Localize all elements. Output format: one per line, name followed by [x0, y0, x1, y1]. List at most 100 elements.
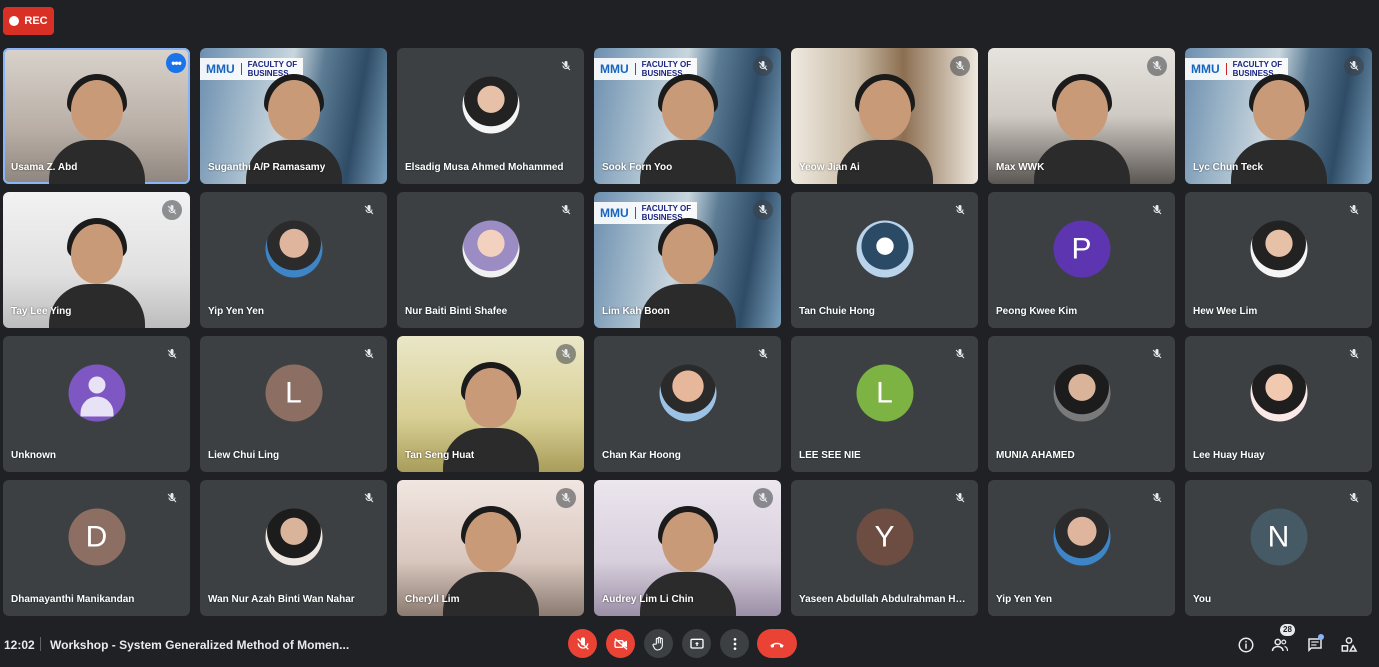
- participant-tile[interactable]: Max WWK: [988, 48, 1175, 184]
- mic-off-icon: [556, 344, 576, 364]
- participant-name: Lee Huay Huay: [1193, 450, 1265, 461]
- participant-tile[interactable]: Chan Kar Hoong: [594, 336, 781, 472]
- participant-name: You: [1193, 594, 1212, 605]
- participant-name: Elsadig Musa Ahmed Mohammed: [405, 162, 564, 173]
- mic-off-icon: [950, 200, 970, 220]
- participant-tile[interactable]: L LEE SEE NIE: [791, 336, 978, 472]
- participant-tile[interactable]: Tan Chuie Hong: [791, 192, 978, 328]
- participant-tile[interactable]: L Liew Chui Ling: [200, 336, 387, 472]
- avatar-photo: [1250, 364, 1307, 422]
- participant-name: Yip Yen Yen: [208, 306, 264, 317]
- mic-off-icon: [950, 56, 970, 76]
- participant-tile[interactable]: Tan Seng Huat: [397, 336, 584, 472]
- mic-off-icon: [753, 488, 773, 508]
- participant-name: Nur Baiti Binti Shafee: [405, 306, 508, 317]
- mic-off-icon: [359, 200, 379, 220]
- hand-icon: [651, 636, 663, 651]
- avatar-photo: [1053, 508, 1110, 566]
- participant-tile[interactable]: Elsadig Musa Ahmed Mohammed: [397, 48, 584, 184]
- participant-tile[interactable]: Nur Baiti Binti Shafee: [397, 192, 584, 328]
- participant-name: Suganthi A/P Ramasamy: [208, 162, 326, 173]
- participant-name: Liew Chui Ling: [208, 450, 280, 461]
- avatar-photo: [265, 508, 322, 566]
- leave-call-button[interactable]: [757, 629, 797, 658]
- mic-off-icon: [556, 56, 576, 76]
- participant-tile[interactable]: MMU FACULTY OF BUSINESS Suganthi A/P Ramasa…: [200, 48, 387, 184]
- avatar-photo: [265, 220, 322, 278]
- participant-tile[interactable]: Unknown: [3, 336, 190, 472]
- participant-tile[interactable]: MUNIA AHAMED: [988, 336, 1175, 472]
- participant-tile[interactable]: Yip Yen Yen: [200, 192, 387, 328]
- avatar-initial: L: [265, 364, 322, 422]
- mic-off-icon: [556, 200, 576, 220]
- participant-name: Unknown: [11, 450, 56, 461]
- more-vert-icon: [733, 637, 736, 650]
- recording-indicator: REC: [3, 7, 54, 35]
- participant-tile[interactable]: Tay Lee Ying: [3, 192, 190, 328]
- participant-tile[interactable]: MMU FACULTY OF BUSINESS Lyc Chun Teck: [1185, 48, 1372, 184]
- participant-tile[interactable]: Lee Huay Huay: [1185, 336, 1372, 472]
- participant-tile[interactable]: Yip Yen Yen: [988, 480, 1175, 616]
- participant-tile[interactable]: Y Yaseen Abdullah Abdulrahman He...: [791, 480, 978, 616]
- participant-name: Cheryll Lim: [405, 594, 460, 605]
- participant-tile[interactable]: Hew Wee Lim: [1185, 192, 1372, 328]
- avatar-photo: [856, 220, 913, 278]
- people-button[interactable]: [1270, 635, 1290, 655]
- bottom-toolbar: 12:02 Workshop - System Generalized Meth…: [0, 620, 1379, 667]
- present-screen-button[interactable]: [682, 629, 711, 658]
- participant-name: Hew Wee Lim: [1193, 306, 1258, 317]
- participant-name: Lim Kah Boon: [602, 306, 670, 317]
- participant-name: Tay Lee Ying: [11, 306, 72, 317]
- activities-button[interactable]: [1339, 635, 1359, 655]
- participant-name: Max WWK: [996, 162, 1045, 173]
- meeting-details-button[interactable]: [1236, 635, 1256, 655]
- raise-hand-button[interactable]: [644, 629, 673, 658]
- mic-off-icon: [1344, 56, 1364, 76]
- mic-off-icon: [950, 488, 970, 508]
- camera-off-icon: [613, 637, 627, 650]
- mic-off-icon: [359, 488, 379, 508]
- avatar-photo: [1250, 220, 1307, 278]
- microphone-toggle-button[interactable]: [568, 629, 597, 658]
- meeting-title: Workshop - System Generalized Method of …: [50, 638, 350, 652]
- participant-name: Audrey Lim Li Chin: [602, 594, 694, 605]
- mic-off-icon: [753, 200, 773, 220]
- chat-unread-dot: [1318, 634, 1324, 640]
- participant-name: Tan Chuie Hong: [799, 306, 875, 317]
- participant-tile[interactable]: MMU FACULTY OF BUSINESS Lim Kah Boon: [594, 192, 781, 328]
- participant-name: Sook Forn Yoo: [602, 162, 673, 173]
- mic-off-icon: [1344, 488, 1364, 508]
- participant-name: Peong Kwee Kim: [996, 306, 1078, 317]
- participant-tile[interactable]: D Dhamayanthi Manikandan: [3, 480, 190, 616]
- mic-off-icon: [1344, 200, 1364, 220]
- avatar-initial: P: [1053, 220, 1110, 278]
- divider: [40, 637, 41, 651]
- participant-tile[interactable]: ••• Usama Z. Abd: [3, 48, 190, 184]
- participant-name: Yaseen Abdullah Abdulrahman He...: [799, 594, 967, 605]
- participant-name: MUNIA AHAMED: [996, 450, 1075, 461]
- mic-off-icon: [753, 56, 773, 76]
- more-options-button[interactable]: [720, 629, 749, 658]
- participant-tile[interactable]: Audrey Lim Li Chin: [594, 480, 781, 616]
- participant-tile[interactable]: N You: [1185, 480, 1372, 616]
- info-icon: [1238, 637, 1254, 653]
- activities-icon: [1341, 637, 1358, 652]
- participant-tile[interactable]: Wan Nur Azah Binti Wan Nahar: [200, 480, 387, 616]
- participant-name: Dhamayanthi Manikandan: [11, 594, 135, 605]
- avatar-photo: [1053, 364, 1110, 422]
- participant-name: Yip Yen Yen: [996, 594, 1052, 605]
- participant-tile[interactable]: Yeow Jian Ai: [791, 48, 978, 184]
- more-options-icon[interactable]: •••: [166, 53, 186, 73]
- camera-toggle-button[interactable]: [606, 629, 635, 658]
- participant-name: Chan Kar Hoong: [602, 450, 681, 461]
- participant-name: Usama Z. Abd: [11, 162, 78, 173]
- participant-tile[interactable]: P Peong Kwee Kim: [988, 192, 1175, 328]
- participant-tile[interactable]: MMU FACULTY OF BUSINESS Sook Forn Yoo: [594, 48, 781, 184]
- participant-tile[interactable]: Cheryll Lim: [397, 480, 584, 616]
- mic-off-icon: [359, 344, 379, 364]
- avatar-initial: L: [856, 364, 913, 422]
- mic-off-icon: [1147, 56, 1167, 76]
- mic-off-icon: [950, 344, 970, 364]
- mic-off-icon: [1147, 488, 1167, 508]
- participant-grid: ••• Usama Z. Abd MMU FACULTY OF BUSINESS Suga…: [3, 48, 1372, 616]
